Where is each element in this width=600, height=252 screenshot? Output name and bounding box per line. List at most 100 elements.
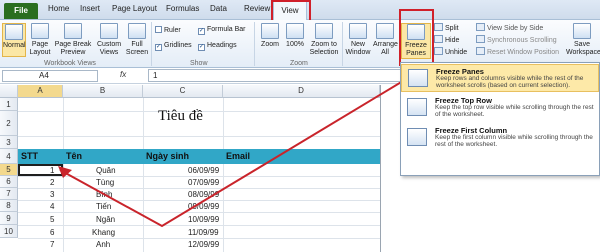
- menu-item-description: Keep the first column visible while scro…: [435, 134, 593, 148]
- cell-ngay-sinh[interactable]: 09/09/99: [188, 202, 219, 211]
- cell-stt[interactable]: 2: [50, 178, 54, 187]
- cell-ten[interactable]: Ngân: [96, 215, 115, 224]
- cell-stt[interactable]: 6: [50, 228, 54, 237]
- reset-window-position-button[interactable]: Reset Window Position: [476, 47, 559, 56]
- zoom-to-selection-button[interactable]: Zoom to Selection: [307, 23, 341, 57]
- arrange-all-label: Arrange All: [373, 41, 398, 56]
- ribbon: Normal Page Layout Page Break Preview Cu…: [0, 20, 600, 68]
- page-break-preview-button[interactable]: Page Break Preview: [54, 23, 92, 57]
- ruler-checkbox[interactable]: Ruler: [155, 26, 181, 34]
- sheet-title: Tiêu đề: [158, 108, 203, 124]
- arrange-all-button[interactable]: Arrange All: [373, 23, 398, 57]
- formula-bar-checkbox[interactable]: ✓ Formula Bar: [198, 26, 246, 35]
- tab-file[interactable]: File: [4, 3, 38, 19]
- menu-item-freeze-top-row[interactable]: Freeze Top Row Keep the top row visible …: [401, 94, 599, 122]
- headings-checkbox[interactable]: ✓ Headings: [198, 42, 237, 51]
- row-header[interactable]: 4: [0, 149, 18, 164]
- column-header-b[interactable]: B: [63, 85, 143, 98]
- freeze-panes-menu: Freeze Panes Keep rows and columns visib…: [400, 62, 600, 176]
- group-label-show: Show: [190, 60, 208, 67]
- cell-ngay-sinh[interactable]: 08/09/99: [188, 190, 219, 199]
- cell-stt[interactable]: 3: [50, 190, 54, 199]
- row-header[interactable]: 8: [0, 200, 18, 212]
- hide-button[interactable]: Hide: [434, 35, 459, 44]
- save-workspace-button[interactable]: Save Workspace: [566, 23, 600, 57]
- row-header[interactable]: 5: [0, 164, 18, 176]
- menu-item-freeze-first-column[interactable]: Freeze First Column Keep the first colum…: [401, 124, 599, 152]
- zoom-to-selection-label: Zoom to Selection: [309, 41, 339, 56]
- freeze-panes-icon: [408, 69, 428, 87]
- save-workspace-icon: [573, 23, 591, 39]
- unhide-button[interactable]: Unhide: [434, 47, 467, 56]
- column-header-a[interactable]: A: [18, 85, 63, 98]
- gridline: [18, 225, 380, 226]
- cell-ngay-sinh[interactable]: 11/09/99: [188, 228, 219, 237]
- select-all-corner[interactable]: [0, 85, 18, 98]
- zoom-label: Zoom: [261, 41, 279, 48]
- cell-ten[interactable]: Tùng: [96, 178, 114, 187]
- freeze-top-row-icon: [407, 98, 427, 116]
- reset-window-position-label: Reset Window Position: [487, 49, 559, 56]
- cell-ngay-sinh[interactable]: 07/09/99: [188, 178, 219, 187]
- custom-views-button[interactable]: Custom Views: [95, 23, 123, 57]
- row-header[interactable]: 7: [0, 188, 18, 200]
- tab-data[interactable]: Data: [210, 4, 227, 13]
- tab-formulas[interactable]: Formulas: [166, 4, 199, 13]
- header-ten: Tên: [66, 151, 83, 161]
- row-header[interactable]: 10: [0, 225, 18, 238]
- zoom-button[interactable]: Zoom: [258, 23, 282, 57]
- cell-ngay-sinh[interactable]: 10/09/99: [188, 215, 219, 224]
- active-cell[interactable]: [18, 164, 63, 176]
- cell-ten[interactable]: Quân: [96, 166, 116, 175]
- new-window-label: New Window: [345, 41, 371, 56]
- fx-icon[interactable]: fx: [120, 70, 126, 79]
- row-header[interactable]: 1: [0, 98, 18, 111]
- row-header[interactable]: 9: [0, 212, 18, 225]
- group-separator: [342, 22, 343, 66]
- view-side-by-side-label: View Side by Side: [487, 25, 544, 32]
- normal-view-button[interactable]: Normal: [2, 23, 26, 57]
- row-header[interactable]: 6: [0, 176, 18, 188]
- cell-stt[interactable]: 4: [50, 202, 54, 211]
- tab-insert[interactable]: Insert: [80, 4, 100, 13]
- full-screen-icon: [128, 23, 146, 39]
- menu-item-description: Keep rows and columns visible while the …: [436, 75, 584, 89]
- normal-view-icon: [5, 24, 23, 40]
- view-side-by-side-button[interactable]: View Side by Side: [476, 23, 543, 32]
- cell-ten[interactable]: Khang: [92, 228, 115, 237]
- tab-page-layout[interactable]: Page Layout: [112, 4, 157, 13]
- full-screen-button[interactable]: Full Screen: [124, 23, 150, 57]
- cell-stt[interactable]: 5: [50, 215, 54, 224]
- row-header[interactable]: 2: [0, 111, 18, 136]
- tab-review[interactable]: Review: [244, 4, 270, 13]
- synchronous-scrolling-button[interactable]: Synchronous Scrolling: [476, 35, 557, 44]
- page-layout-label: Page Layout: [29, 41, 51, 56]
- gridline: [63, 98, 64, 252]
- zoom-100-button[interactable]: 100%: [284, 23, 306, 57]
- menu-item-freeze-panes[interactable]: Freeze Panes Keep rows and columns visib…: [401, 64, 599, 92]
- gridline: [18, 136, 380, 137]
- new-window-icon: [349, 23, 367, 39]
- gridline: [18, 238, 380, 239]
- custom-views-icon: [100, 23, 118, 39]
- tab-home[interactable]: Home: [48, 4, 69, 13]
- gridlines-checkbox[interactable]: ✓ Gridlines: [155, 42, 192, 51]
- cell-ten[interactable]: Anh: [96, 240, 110, 249]
- row-header[interactable]: 3: [0, 136, 18, 149]
- unhide-label: Unhide: [445, 49, 468, 56]
- page-layout-view-button[interactable]: Page Layout: [28, 23, 52, 57]
- column-header-d[interactable]: D: [223, 85, 380, 98]
- cell-ngay-sinh[interactable]: 06/09/99: [188, 166, 219, 175]
- group-label-zoom: Zoom: [290, 60, 308, 67]
- cell-ngay-sinh[interactable]: 12/09/99: [188, 240, 219, 249]
- cell-ten[interactable]: Tiến: [96, 202, 111, 211]
- column-header-c[interactable]: C: [143, 85, 223, 98]
- new-window-button[interactable]: New Window: [345, 23, 371, 57]
- split-button[interactable]: Split: [434, 23, 459, 32]
- cell-stt[interactable]: 7: [50, 240, 54, 249]
- name-box[interactable]: A4: [2, 70, 98, 82]
- freeze-panes-highlight: [399, 9, 434, 66]
- custom-views-label: Custom Views: [96, 41, 122, 56]
- zoom-100-icon: [286, 23, 304, 39]
- cell-ten[interactable]: Bình: [96, 190, 112, 199]
